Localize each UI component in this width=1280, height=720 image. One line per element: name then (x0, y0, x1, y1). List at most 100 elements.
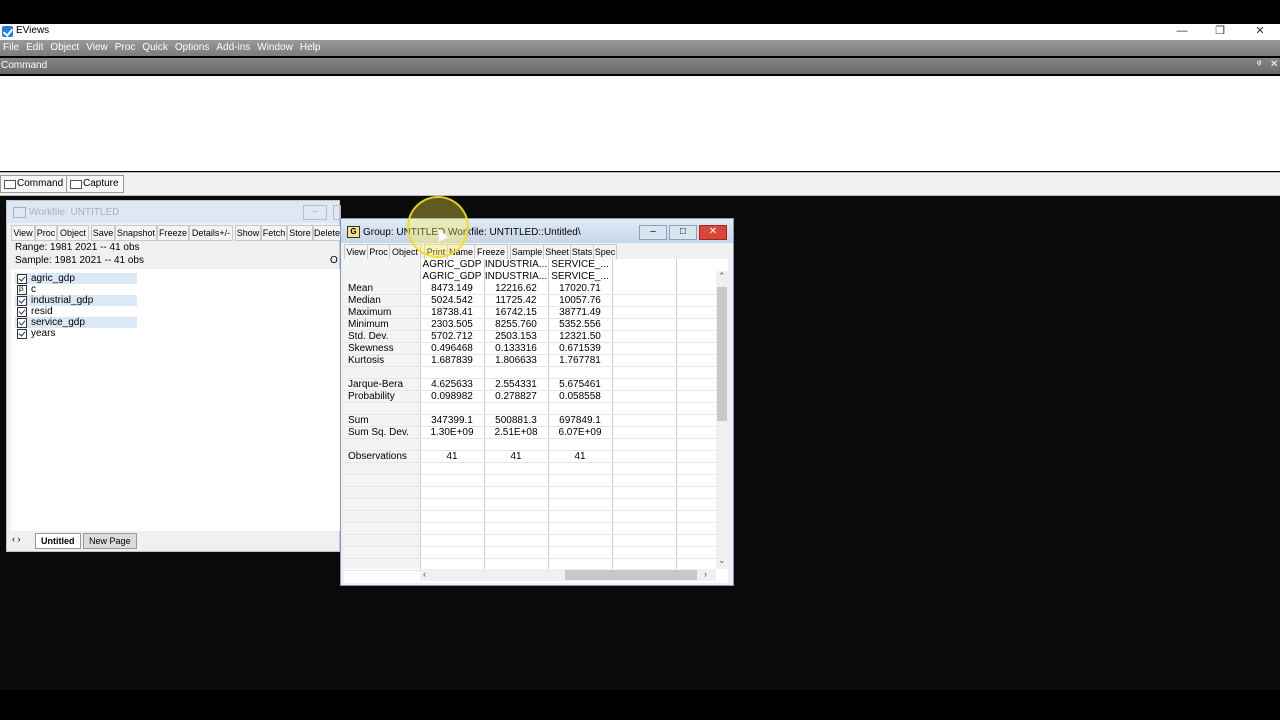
scroll-down-icon[interactable]: ⌄ (718, 555, 726, 566)
table-cell[interactable]: 8255.760 (484, 319, 548, 331)
table-cell[interactable]: 12321.50 (548, 331, 612, 343)
wf-fetch-button[interactable]: Fetch (261, 225, 287, 241)
list-item[interactable]: years (15, 328, 137, 339)
page-nav-arrows[interactable]: ‹ › (12, 534, 21, 544)
grp-freeze-button[interactable]: Freeze (474, 244, 508, 260)
table-cell[interactable]: 41 (548, 451, 612, 463)
table-cell[interactable]: 347399.1 (420, 415, 484, 427)
list-item[interactable]: agric_gdp (15, 273, 137, 284)
table-cell[interactable]: 697849.1 (548, 415, 612, 427)
table-cell[interactable]: 500881.3 (484, 415, 548, 427)
table-cell[interactable] (420, 439, 484, 451)
table-cell[interactable]: 5024.542 (420, 295, 484, 307)
list-item[interactable]: c (15, 283, 137, 295)
menu-view[interactable]: View (83, 40, 112, 55)
command-input[interactable] (0, 76, 1280, 171)
table-cell[interactable]: 16742.15 (484, 307, 548, 319)
table-cell[interactable]: 1.30E+09 (420, 427, 484, 439)
grp-proc-button[interactable]: Proc (367, 244, 390, 260)
scroll-up-icon[interactable]: ⌃ (718, 271, 726, 282)
scroll-left-icon[interactable]: ‹ (423, 569, 426, 579)
table-cell[interactable]: 1.806633 (484, 355, 548, 367)
menu-add-ins[interactable]: Add-ins (213, 40, 254, 55)
restore-button[interactable]: ❐ (1200, 24, 1240, 40)
menu-edit[interactable]: Edit (23, 40, 47, 55)
table-cell[interactable] (548, 403, 612, 415)
workfile-window[interactable]: Workfile: UNTITLED – View Proc Object Sa… (6, 200, 341, 552)
table-cell[interactable]: 4.625633 (420, 379, 484, 391)
descriptive-stats-table[interactable]: AGRIC_GDP INDUSTRIA... SERVICE_... AGRIC… (344, 259, 728, 583)
table-cell[interactable]: 0.058558 (548, 391, 612, 403)
table-cell[interactable]: 12216.62 (484, 283, 548, 295)
menu-proc[interactable]: Proc (112, 40, 140, 55)
table-cell[interactable]: 10057.76 (548, 295, 612, 307)
list-item[interactable]: resid (15, 306, 137, 317)
list-item[interactable]: service_gdp (15, 317, 137, 328)
table-cell[interactable]: 2503.153 (484, 331, 548, 343)
group-title-bar[interactable]: G Group: UNTITLED Workfile: UNTITLED::Un… (341, 219, 733, 243)
horizontal-scroll-thumb[interactable] (565, 570, 697, 580)
table-cell[interactable]: 0.496468 (420, 343, 484, 355)
workfile-minimize-button[interactable]: – (303, 205, 327, 220)
list-item[interactable]: industrial_gdp (15, 295, 137, 306)
menu-options[interactable]: Options (172, 40, 213, 55)
table-cell[interactable] (484, 367, 548, 379)
minimize-button[interactable]: — (1162, 24, 1202, 40)
table-cell[interactable]: 41 (420, 451, 484, 463)
table-cell[interactable]: 11725.42 (484, 295, 548, 307)
close-button[interactable]: ✕ (1240, 24, 1280, 40)
menu-help[interactable]: Help (297, 40, 325, 55)
workfile-sample[interactable]: Sample: 1981 2021 -- 41 obs (15, 255, 144, 266)
menu-object[interactable]: Object (47, 40, 83, 55)
table-cell[interactable]: 18738.41 (420, 307, 484, 319)
wf-object-button[interactable]: Object (57, 225, 89, 241)
wf-view-button[interactable]: View (11, 225, 35, 241)
table-cell[interactable] (420, 403, 484, 415)
column-header[interactable]: AGRIC_GDP (420, 259, 484, 271)
wf-save-button[interactable]: Save (91, 225, 115, 241)
grp-sample-button[interactable]: Sample (510, 244, 544, 260)
table-cell[interactable]: 2303.505 (420, 319, 484, 331)
table-cell[interactable] (548, 367, 612, 379)
page-tab-untitled[interactable]: Untitled (35, 533, 81, 549)
pin-icon[interactable]: ᵠ (1257, 59, 1261, 70)
table-cell[interactable]: 1.767781 (548, 355, 612, 367)
table-cell[interactable]: 1.687839 (420, 355, 484, 367)
table-cell[interactable]: 5352.556 (548, 319, 612, 331)
table-cell[interactable]: 2.554331 (484, 379, 548, 391)
group-close-button[interactable]: ✕ (699, 225, 727, 240)
table-cell[interactable]: 17020.71 (548, 283, 612, 295)
table-cell[interactable] (484, 439, 548, 451)
table-cell[interactable]: 5702.712 (420, 331, 484, 343)
grp-sheet-button[interactable]: Sheet (543, 244, 571, 260)
table-cell[interactable]: 8473.149 (420, 283, 484, 295)
wf-freeze-button[interactable]: Freeze (157, 225, 189, 241)
menu-quick[interactable]: Quick (139, 40, 172, 55)
table-cell[interactable]: 0.098982 (420, 391, 484, 403)
wf-details-button[interactable]: Details+/- (189, 225, 233, 241)
wf-snapshot-button[interactable]: Snapshot (115, 225, 157, 241)
group-window[interactable]: G Group: UNTITLED Workfile: UNTITLED::Un… (340, 218, 734, 586)
grp-view-button[interactable]: View (344, 244, 368, 260)
table-cell[interactable] (420, 367, 484, 379)
table-cell[interactable] (484, 403, 548, 415)
menu-window[interactable]: Window (254, 40, 297, 55)
table-cell[interactable]: 0.278827 (484, 391, 548, 403)
workfile-range[interactable]: Range: 1981 2021 -- 41 obs (15, 242, 140, 253)
group-maximize-button[interactable]: □ (669, 225, 697, 240)
grp-stats-button[interactable]: Stats (570, 244, 594, 260)
scroll-right-icon[interactable]: › (704, 569, 707, 579)
column-header[interactable]: INDUSTRIA... (484, 259, 548, 271)
wf-store-button[interactable]: Store (287, 225, 313, 241)
tab-command[interactable]: Command (0, 175, 69, 193)
wf-delete-button[interactable]: Delete (313, 225, 341, 241)
workfile-object-list[interactable]: agric_gdp c industrial_gdp resid service… (11, 269, 341, 531)
table-cell[interactable]: 0.133316 (484, 343, 548, 355)
table-cell[interactable]: 0.671539 (548, 343, 612, 355)
wf-show-button[interactable]: Show (235, 225, 261, 241)
group-minimize-button[interactable]: – (639, 225, 667, 240)
command-close-icon[interactable]: ✕ (1270, 59, 1278, 70)
table-cell[interactable] (548, 439, 612, 451)
workfile-title-bar[interactable]: Workfile: UNTITLED – (7, 201, 341, 223)
table-cell[interactable]: 38771.49 (548, 307, 612, 319)
